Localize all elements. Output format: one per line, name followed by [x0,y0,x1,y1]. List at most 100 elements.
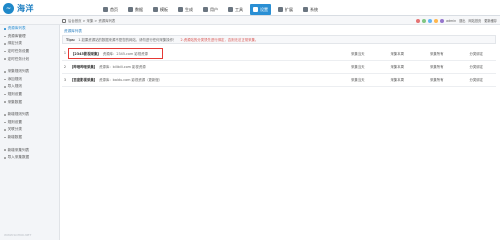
sidebar-item[interactable]: 添加规则 [0,76,59,84]
tips-warning: 2.资源站的分类须先进行绑定，否则无法正常采集。 [180,38,259,42]
nav-item-0[interactable]: 首页 [100,4,121,15]
source-name-wrap: 【2345影视采集】 资源库：2345.com 影视资源 [68,47,163,59]
source-name-cell: 【哔哩哔哩采集】 资源库：bilibili.com 影视资源 [68,60,338,74]
nav-label: 首页 [110,6,118,12]
bullet-icon [4,43,6,45]
website-link[interactable]: 网站首页 [469,18,482,23]
source-name: 【2345影视采集】 [71,51,101,56]
bullet-icon [4,70,6,73]
tips-bar: Tips: 1.如果资源站的数据来源不是您的网站，请勿进行任何采集操作！ 2.资… [62,35,496,44]
nav-item-8[interactable]: 系统 [300,4,321,15]
main-nav: 首页 数据 模板 生成 用户 工具 设置 扩展 系统 [100,4,325,15]
nav-label: 数据 [135,6,143,12]
source-name-cell: 【百度影视采集】 资源库：baidu.com 影视资源（更新慢） [68,73,338,87]
collect-week-link[interactable]: 采集本周 [377,47,417,61]
sidebar-item[interactable]: 规则设置 [0,119,59,127]
panel-title: 资源库列表 [64,29,82,33]
bullet-icon [4,35,6,38]
bullet-icon [4,58,6,60]
sidebar-item[interactable]: 资源库管理 [0,33,59,41]
sidebar-item-label: 采集规则列表 [7,69,30,74]
nav-label: 模板 [160,6,168,12]
bullet-icon [4,28,6,30]
logo-mark-icon: ~ [3,2,14,14]
sidebar-item[interactable]: 采集规则列表 [0,68,59,76]
sidebar-item[interactable]: 定时任务设置 [0,48,59,56]
fullscreen-icon[interactable] [434,18,439,23]
sidebar-item[interactable]: 新增数据 [0,134,59,142]
sidebar-item[interactable]: 定时任务计划 [0,55,59,63]
sidebar-item-label: 新增采集列表 [7,147,30,152]
tools-icon [228,7,233,12]
collect-today-link[interactable]: 采集当天 [338,73,378,87]
source-name: 【哔哩哔哩采集】 [70,65,98,69]
source-name-wrap: 【哔哩哔哩采集】 资源库：bilibili.com 影视资源 [70,65,146,69]
collect-all-link[interactable]: 采集所有 [417,60,457,74]
nav-item-3[interactable]: 生成 [175,4,196,15]
nav-label: 工具 [235,6,243,12]
tips-label: Tips: [66,37,76,42]
bullet-icon [4,50,6,53]
refresh-icon[interactable] [428,18,433,23]
collect-today-link[interactable]: 采集当天 [338,60,378,74]
admin-name: admin [446,18,457,23]
table-row: 3 【百度影视采集】 资源库：baidu.com 影视资源（更新慢） 采集当天 采集本周… [62,73,496,87]
settings-icon [253,7,258,12]
nav-item-6[interactable]: 设置 [250,4,271,15]
bind-category-link[interactable]: 分类绑定 [456,60,496,74]
tips-text: 1.如果资源站的数据来源不是您的网站，请勿进行任何采集操作！ [78,38,177,42]
bullet-icon [4,93,6,96]
users-icon [203,7,208,12]
sidebar-item[interactable]: 绑定分类 [0,40,59,48]
nav-item-2[interactable]: 模板 [150,4,171,15]
sidebar-item[interactable]: 导入采集数据 [0,154,59,162]
breadcrumb: 后台首页 > 采集 > 资源库列表 [62,16,115,25]
source-note: 资源库：2345.com 影视资源 [102,51,148,56]
nav-item-5[interactable]: 工具 [225,4,246,15]
sidebar-item-label: 关联分类 [7,127,22,132]
nav-item-7[interactable]: 扩展 [275,4,296,15]
source-name: 【百度影视采集】 [70,78,98,82]
source-name-wrap: 【百度影视采集】 资源库：baidu.com 影视资源（更新慢） [70,78,162,82]
nav-item-1[interactable]: 数据 [125,4,146,15]
bullet-icon [4,136,6,139]
sidebar-item-label: 添加规则 [7,76,22,81]
sidebar-item-label: 资源库列表 [7,26,26,31]
sidebar-item[interactable]: 新增采集列表 [0,146,59,154]
sidebar-item[interactable]: 资源库列表 [0,25,59,33]
collect-all-link[interactable]: 采集所有 [417,73,457,87]
logo[interactable]: ~ 海洋 [3,2,63,14]
sidebar-item-label: 新增规则列表 [7,112,30,117]
collect-all-link[interactable]: 采集所有 [417,47,457,61]
breadcrumb-text: 后台首页 > 采集 > 资源库列表 [68,19,116,23]
logout-link[interactable]: 退出 [459,18,465,23]
nav-label: 生成 [185,6,193,12]
sidebar-item[interactable]: 规则设置 [0,91,59,99]
clear-cache-link[interactable]: 更新缓存 [484,18,497,23]
home-icon[interactable] [62,18,66,23]
sidebar-item[interactable]: 采集数据 [0,98,59,106]
nav-item-4[interactable]: 用户 [200,4,221,15]
collect-today-link[interactable]: 采集当天 [338,47,378,61]
bind-category-link[interactable]: 分类绑定 [456,73,496,87]
sidebar-item-label: 定时任务设置 [7,49,30,54]
bullet-icon [4,101,6,103]
sidebar-item[interactable]: 新增规则列表 [0,111,59,119]
top-right-tools: admin 退出 网站首页 更新缓存 [416,16,497,25]
sidebar-item-label: 规则设置 [7,92,22,97]
back-icon[interactable] [416,18,421,23]
sidebar-item[interactable]: 关联分类 [0,126,59,134]
sidebar: 资源库列表资源库管理绑定分类 定时任务设置 定时任务计划 采集规则列表 添加规则导入规则… [0,25,60,240]
sidebar-item-label: 导入规则 [7,84,22,89]
nav-label: 用户 [210,6,218,12]
collect-week-link[interactable]: 采集本周 [377,73,417,87]
sidebar-item-label: 导入采集数据 [7,155,30,160]
collect-week-link[interactable]: 采集本周 [377,60,417,74]
sidebar-item[interactable]: 导入规则 [0,83,59,91]
bind-category-link[interactable]: 分类绑定 [456,47,496,61]
sidebar-item-label: 资源库管理 [7,33,26,38]
forward-icon[interactable] [422,18,427,23]
nav-label: 系统 [310,6,318,12]
sidebar-item-label: 定时任务计划 [7,56,30,61]
logo-text: 海洋 [17,3,34,13]
